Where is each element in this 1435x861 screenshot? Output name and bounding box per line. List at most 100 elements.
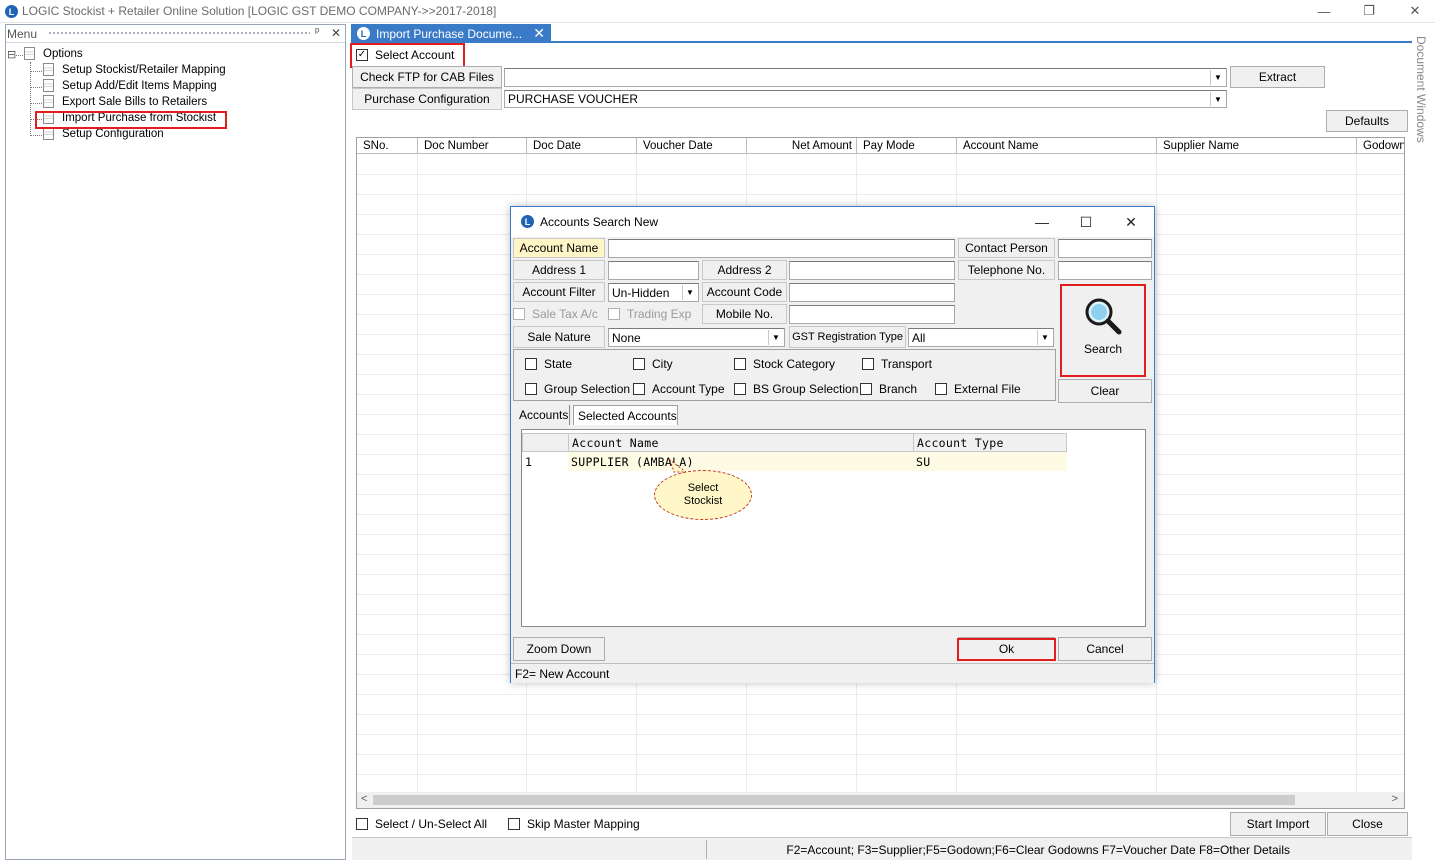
- filter-external-file-checkbox[interactable]: External File: [935, 382, 1021, 396]
- checkbox-icon: [356, 818, 368, 830]
- document-icon: [43, 95, 54, 108]
- gst-registration-type-dropdown[interactable]: All ▼: [908, 328, 1054, 347]
- chevron-down-icon[interactable]: ▼: [1210, 92, 1225, 106]
- status-shortcuts-text: F2=Account; F3=Supplier;F5=Godown;F6=Cle…: [786, 843, 1290, 857]
- tab-close-icon[interactable]: ✕: [533, 25, 545, 42]
- row-number-cell[interactable]: 1: [522, 452, 569, 471]
- grid-row-line: [357, 694, 1404, 695]
- address2-input[interactable]: [789, 261, 955, 280]
- column-header[interactable]: Godown: [1357, 138, 1404, 154]
- column-header-account-name[interactable]: Account Name: [568, 433, 914, 452]
- tree-collapse-icon[interactable]: ⊟: [7, 48, 16, 61]
- sale-tax-label: Sale Tax A/c: [532, 307, 598, 321]
- tree-root-options[interactable]: Options: [24, 47, 83, 60]
- dialog-minimize-button[interactable]: —: [1029, 213, 1055, 231]
- dialog-title: Accounts Search New: [540, 215, 659, 229]
- zoom-down-button[interactable]: Zoom Down: [513, 637, 605, 661]
- menu-item-setup-configuration[interactable]: Setup Configuration: [43, 127, 164, 140]
- tab-import-purchase[interactable]: L Import Purchase Docume... ✕: [351, 24, 551, 43]
- account-name-cell[interactable]: SUPPLIER (AMBALA): [568, 452, 914, 471]
- filter-stock-category-checkbox[interactable]: Stock Category: [734, 357, 835, 371]
- mobile-input[interactable]: [789, 305, 955, 324]
- pin-icon[interactable]: ᵖ: [315, 26, 319, 38]
- scroll-left-icon[interactable]: <: [361, 793, 367, 805]
- filter-branch-checkbox[interactable]: Branch: [860, 382, 917, 396]
- dialog-close-button[interactable]: ✕: [1118, 213, 1144, 231]
- sale-nature-dropdown[interactable]: None ▼: [608, 328, 785, 347]
- grid-row-line: [357, 754, 1404, 755]
- telephone-label: Telephone No.: [958, 260, 1055, 280]
- column-header[interactable]: SNo.: [357, 138, 418, 154]
- search-button[interactable]: Search: [1060, 284, 1146, 377]
- minimize-window-button[interactable]: —: [1310, 2, 1338, 20]
- horizontal-scrollbar[interactable]: < >: [357, 792, 1404, 808]
- tree-line: [30, 119, 42, 120]
- contact-person-input[interactable]: [1058, 239, 1152, 258]
- select-stockist-callout: Select Stockist: [654, 470, 752, 520]
- purchase-configuration-dropdown[interactable]: PURCHASE VOUCHER ▼: [504, 90, 1227, 108]
- accounts-grid[interactable]: Account Name Account Type 1 SUPPLIER (AM…: [521, 429, 1146, 627]
- restore-window-button[interactable]: ❐: [1355, 2, 1383, 20]
- document-icon: [24, 47, 35, 60]
- chevron-down-icon[interactable]: ▼: [1210, 70, 1225, 85]
- column-header[interactable]: Doc Number: [418, 138, 527, 154]
- document-windows-strip[interactable]: Document Windows: [1412, 24, 1435, 860]
- filter-account-type-checkbox[interactable]: Account Type: [633, 382, 725, 396]
- telephone-input[interactable]: [1058, 261, 1152, 280]
- filter-group-selection-checkbox[interactable]: Group Selection: [525, 382, 630, 396]
- menu-close-icon[interactable]: ✕: [331, 26, 341, 40]
- tab-selected-accounts[interactable]: Selected Accounts: [573, 405, 678, 425]
- checkbox-icon: [935, 383, 947, 395]
- ok-button[interactable]: Ok: [958, 637, 1055, 661]
- check-ftp-button[interactable]: Check FTP for CAB Files: [352, 66, 502, 88]
- tab-accounts[interactable]: Accounts: [515, 405, 570, 425]
- defaults-button[interactable]: Defaults: [1326, 110, 1408, 132]
- accounts-search-dialog: L Accounts Search New — ☐ ✕ Account Name…: [510, 206, 1155, 683]
- dialog-maximize-button[interactable]: ☐: [1073, 213, 1099, 231]
- chevron-down-icon[interactable]: ▼: [1037, 330, 1052, 345]
- column-header[interactable]: Net Amount: [747, 138, 857, 154]
- select-account-checkbox[interactable]: ✓ Select Account: [356, 48, 454, 62]
- account-code-input[interactable]: [789, 283, 955, 302]
- close-window-button[interactable]: ✕: [1401, 2, 1429, 20]
- select-unselect-all-checkbox[interactable]: Select / Un-Select All: [356, 817, 487, 831]
- filter-transport-checkbox[interactable]: Transport: [862, 357, 932, 371]
- chevron-down-icon[interactable]: ▼: [768, 330, 783, 345]
- scrollbar-thumb[interactable]: [373, 795, 1295, 805]
- menu-panel: Menu ᵖ ✕ ⊟ Options Setup Stockist/Retail…: [5, 24, 346, 860]
- account-code-label: Account Code: [702, 282, 787, 302]
- chevron-down-icon[interactable]: ▼: [682, 285, 697, 300]
- filter-city-checkbox[interactable]: City: [633, 357, 673, 371]
- menu-item-export-sale-bills[interactable]: Export Sale Bills to Retailers: [43, 95, 207, 108]
- column-header-account-type[interactable]: Account Type: [913, 433, 1067, 452]
- column-header[interactable]: Pay Mode: [857, 138, 957, 154]
- column-header[interactable]: Supplier Name: [1157, 138, 1357, 154]
- column-header[interactable]: Voucher Date: [637, 138, 747, 154]
- checkbox-icon: [513, 308, 525, 320]
- menu-drag-grip[interactable]: [48, 31, 310, 36]
- column-header[interactable]: Account Name: [957, 138, 1157, 154]
- scroll-right-icon[interactable]: >: [1392, 793, 1398, 805]
- menu-item-import-purchase[interactable]: Import Purchase from Stockist: [43, 111, 216, 124]
- address1-input[interactable]: [608, 261, 699, 280]
- extract-button[interactable]: Extract: [1230, 66, 1325, 88]
- cancel-button[interactable]: Cancel: [1058, 637, 1152, 661]
- menu-item-setup-items-mapping[interactable]: Setup Add/Edit Items Mapping: [43, 79, 217, 92]
- account-name-input[interactable]: [608, 239, 955, 258]
- clear-button[interactable]: Clear: [1058, 379, 1152, 403]
- start-import-button[interactable]: Start Import: [1230, 812, 1326, 836]
- filter-state-checkbox[interactable]: State: [525, 357, 572, 371]
- ftp-files-dropdown[interactable]: ▼: [504, 68, 1227, 87]
- callout-line2: Stockist: [683, 495, 723, 507]
- filter-bs-group-selection-checkbox[interactable]: BS Group Selection: [734, 382, 858, 396]
- callout-line1: Select: [687, 482, 719, 494]
- column-header[interactable]: Doc Date: [527, 138, 637, 154]
- account-type-cell[interactable]: SU: [913, 452, 1067, 471]
- skip-master-mapping-checkbox[interactable]: Skip Master Mapping: [508, 817, 640, 831]
- menu-item-setup-mapping[interactable]: Setup Stockist/Retailer Mapping: [43, 63, 226, 76]
- close-button[interactable]: Close: [1327, 812, 1408, 836]
- document-windows-label: Document Windows: [1414, 36, 1428, 143]
- filter-label: State: [544, 357, 573, 371]
- address2-label: Address 2: [702, 260, 787, 280]
- account-filter-dropdown[interactable]: Un-Hidden ▼: [608, 283, 699, 302]
